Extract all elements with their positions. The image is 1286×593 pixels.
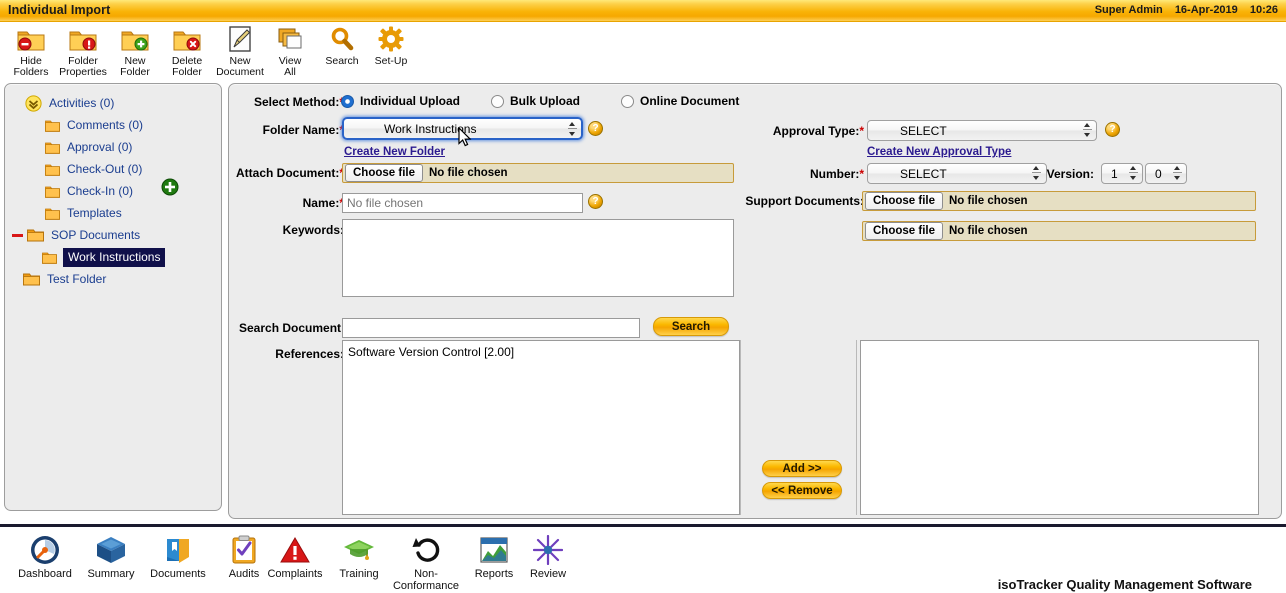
support-choose-file-button-2[interactable]: Choose file — [865, 222, 943, 240]
tree-node-comments[interactable]: Comments (0) — [5, 114, 221, 136]
brand-text: isoTracker Quality Management Software — [997, 577, 1252, 592]
keywords-textarea[interactable] — [342, 219, 734, 297]
attach-choose-file-button[interactable]: Choose file — [345, 164, 423, 182]
tree-node-check-out[interactable]: Check-Out (0) — [5, 158, 221, 180]
tree-node-label: Templates — [67, 206, 122, 220]
user-session-info: Super Admin 16-Apr-2019 10:26 — [1086, 4, 1278, 16]
version-label: Version: — [1046, 167, 1094, 181]
folder-icon — [45, 185, 60, 198]
radio-individual-upload[interactable]: Individual Upload — [341, 94, 460, 108]
title-bar: Individual Import Super Admin 16-Apr-201… — [0, 0, 1286, 22]
tree-node-label: Check-In (0) — [67, 184, 134, 198]
nav-item-review[interactable]: Review — [509, 533, 587, 580]
import-form-panel: Select Method:* Individual Upload Bulk U… — [228, 83, 1282, 519]
support-document-file-field-2[interactable]: Choose file No file chosen — [862, 221, 1256, 241]
radio-label: Online Document — [640, 94, 740, 108]
support-file-status-2: No file chosen — [948, 225, 1028, 237]
tree-node-activities[interactable]: Activities (0) — [5, 92, 221, 114]
folder-icon — [45, 119, 60, 132]
folder-tree-panel: Activities (0) Comments (0) Approval (0)… — [4, 83, 222, 511]
select-method-label: Select Method:* — [253, 95, 344, 109]
version-major-select[interactable]: 1 — [1101, 163, 1143, 184]
tree-node-label: Activities (0) — [49, 96, 115, 110]
attach-file-status: No file chosen — [428, 167, 508, 179]
radio-bulk-upload[interactable]: Bulk Upload — [491, 94, 580, 108]
remove-reference-button[interactable]: << Remove — [762, 482, 842, 499]
help-question-icon[interactable]: ? — [588, 194, 603, 209]
keywords-label: Keywords: — [282, 223, 344, 237]
nav-item-non-conformance[interactable]: Non- Conformance — [387, 533, 465, 592]
radio-indicator[interactable] — [621, 94, 634, 108]
search-document-input[interactable] — [342, 318, 640, 338]
search-button[interactable]: Search — [653, 317, 729, 336]
create-new-approval-type-link[interactable]: Create New Approval Type — [867, 146, 1011, 158]
tree-node-approval[interactable]: Approval (0) — [5, 136, 221, 158]
user-name: Super Admin — [1094, 4, 1163, 16]
help-question-icon[interactable]: ? — [588, 121, 603, 136]
folder-name-select[interactable]: Work Instructions — [342, 117, 583, 140]
approval-type-select[interactable]: SELECT — [867, 120, 1097, 141]
tree-node-work-instructions[interactable]: Work Instructions — [5, 246, 221, 268]
number-label: Number:* — [809, 167, 864, 181]
toolbar: Hide Folders Folder Properties New Folde… — [0, 22, 1286, 78]
tree-node-label: SOP Documents — [51, 228, 141, 242]
list-item[interactable]: Software Version Control [2.00] — [347, 344, 735, 360]
number-select[interactable]: SELECT — [867, 163, 1047, 184]
radio-indicator[interactable] — [491, 94, 504, 108]
support-choose-file-button[interactable]: Choose file — [865, 192, 943, 210]
toolbar-button-setup[interactable]: Set-Up — [360, 24, 422, 67]
approval-type-label: Approval Type:* — [772, 124, 864, 138]
setup-gear-icon — [360, 24, 422, 54]
folder-name-label: Folder Name:* — [262, 123, 344, 137]
attach-document-label: Attach Document:* — [235, 166, 344, 180]
tree-node-label: Approval (0) — [67, 140, 133, 154]
version-minor-select[interactable]: 0 — [1145, 163, 1187, 184]
selected-references-listbox[interactable] — [860, 340, 1259, 515]
tree-node-label: Check-Out (0) — [67, 162, 143, 176]
non-conformance-undo-icon — [387, 533, 465, 567]
radio-label: Individual Upload — [360, 94, 461, 108]
radio-online-document[interactable]: Online Document — [621, 94, 739, 108]
page-title: Individual Import — [8, 3, 111, 17]
attach-document-file-field[interactable]: Choose file No file chosen — [342, 163, 734, 183]
tree-node-label: Work Instructions — [63, 247, 166, 267]
minus-icon[interactable] — [12, 230, 23, 241]
folder-icon — [23, 272, 40, 286]
tree-node-sop-documents[interactable]: SOP Documents — [5, 224, 221, 246]
tree-node-label: Comments (0) — [67, 118, 144, 132]
folder-icon — [42, 251, 57, 264]
nav-label: Review — [529, 568, 567, 580]
folder-icon — [45, 141, 60, 154]
support-file-status: No file chosen — [948, 195, 1028, 207]
tree-node-templates[interactable]: Templates — [5, 202, 221, 224]
expand-chevron-icon[interactable] — [25, 94, 42, 112]
session-date: 16-Apr-2019 — [1174, 4, 1238, 16]
folder-open-icon — [27, 228, 44, 242]
folder-tree: Activities (0) Comments (0) Approval (0)… — [5, 92, 221, 290]
session-time: 10:26 — [1249, 4, 1278, 16]
references-label: References: — [275, 347, 344, 361]
support-document-file-field-1[interactable]: Choose file No file chosen — [862, 191, 1256, 211]
column-divider-2 — [856, 340, 857, 515]
toolbar-label: Set-Up — [374, 55, 408, 67]
tree-node-check-in[interactable]: Check-In (0) — [5, 180, 221, 202]
column-divider — [740, 340, 741, 515]
add-reference-button[interactable]: Add >> — [762, 460, 842, 477]
references-listbox[interactable]: Software Version Control [2.00] — [342, 340, 740, 515]
name-label: Name:* — [302, 196, 344, 210]
folder-icon — [45, 163, 60, 176]
help-question-icon[interactable]: ? — [1105, 122, 1120, 137]
review-star-icon — [509, 533, 587, 567]
name-input[interactable] — [342, 193, 583, 213]
tree-node-test-folder[interactable]: Test Folder — [5, 268, 221, 290]
create-new-folder-link[interactable]: Create New Folder — [344, 146, 445, 158]
search-document-label: Search Document: — [239, 321, 346, 335]
radio-indicator[interactable] — [341, 94, 354, 108]
tree-node-label: Test Folder — [47, 272, 107, 286]
support-documents-label: Support Documents: — [745, 194, 864, 208]
folder-icon — [45, 207, 60, 220]
radio-label: Bulk Upload — [510, 94, 581, 108]
bottom-navigation-bar: Dashboard Summary Documents Audits Compl… — [0, 524, 1286, 593]
nav-label: Non- Conformance — [392, 568, 460, 592]
